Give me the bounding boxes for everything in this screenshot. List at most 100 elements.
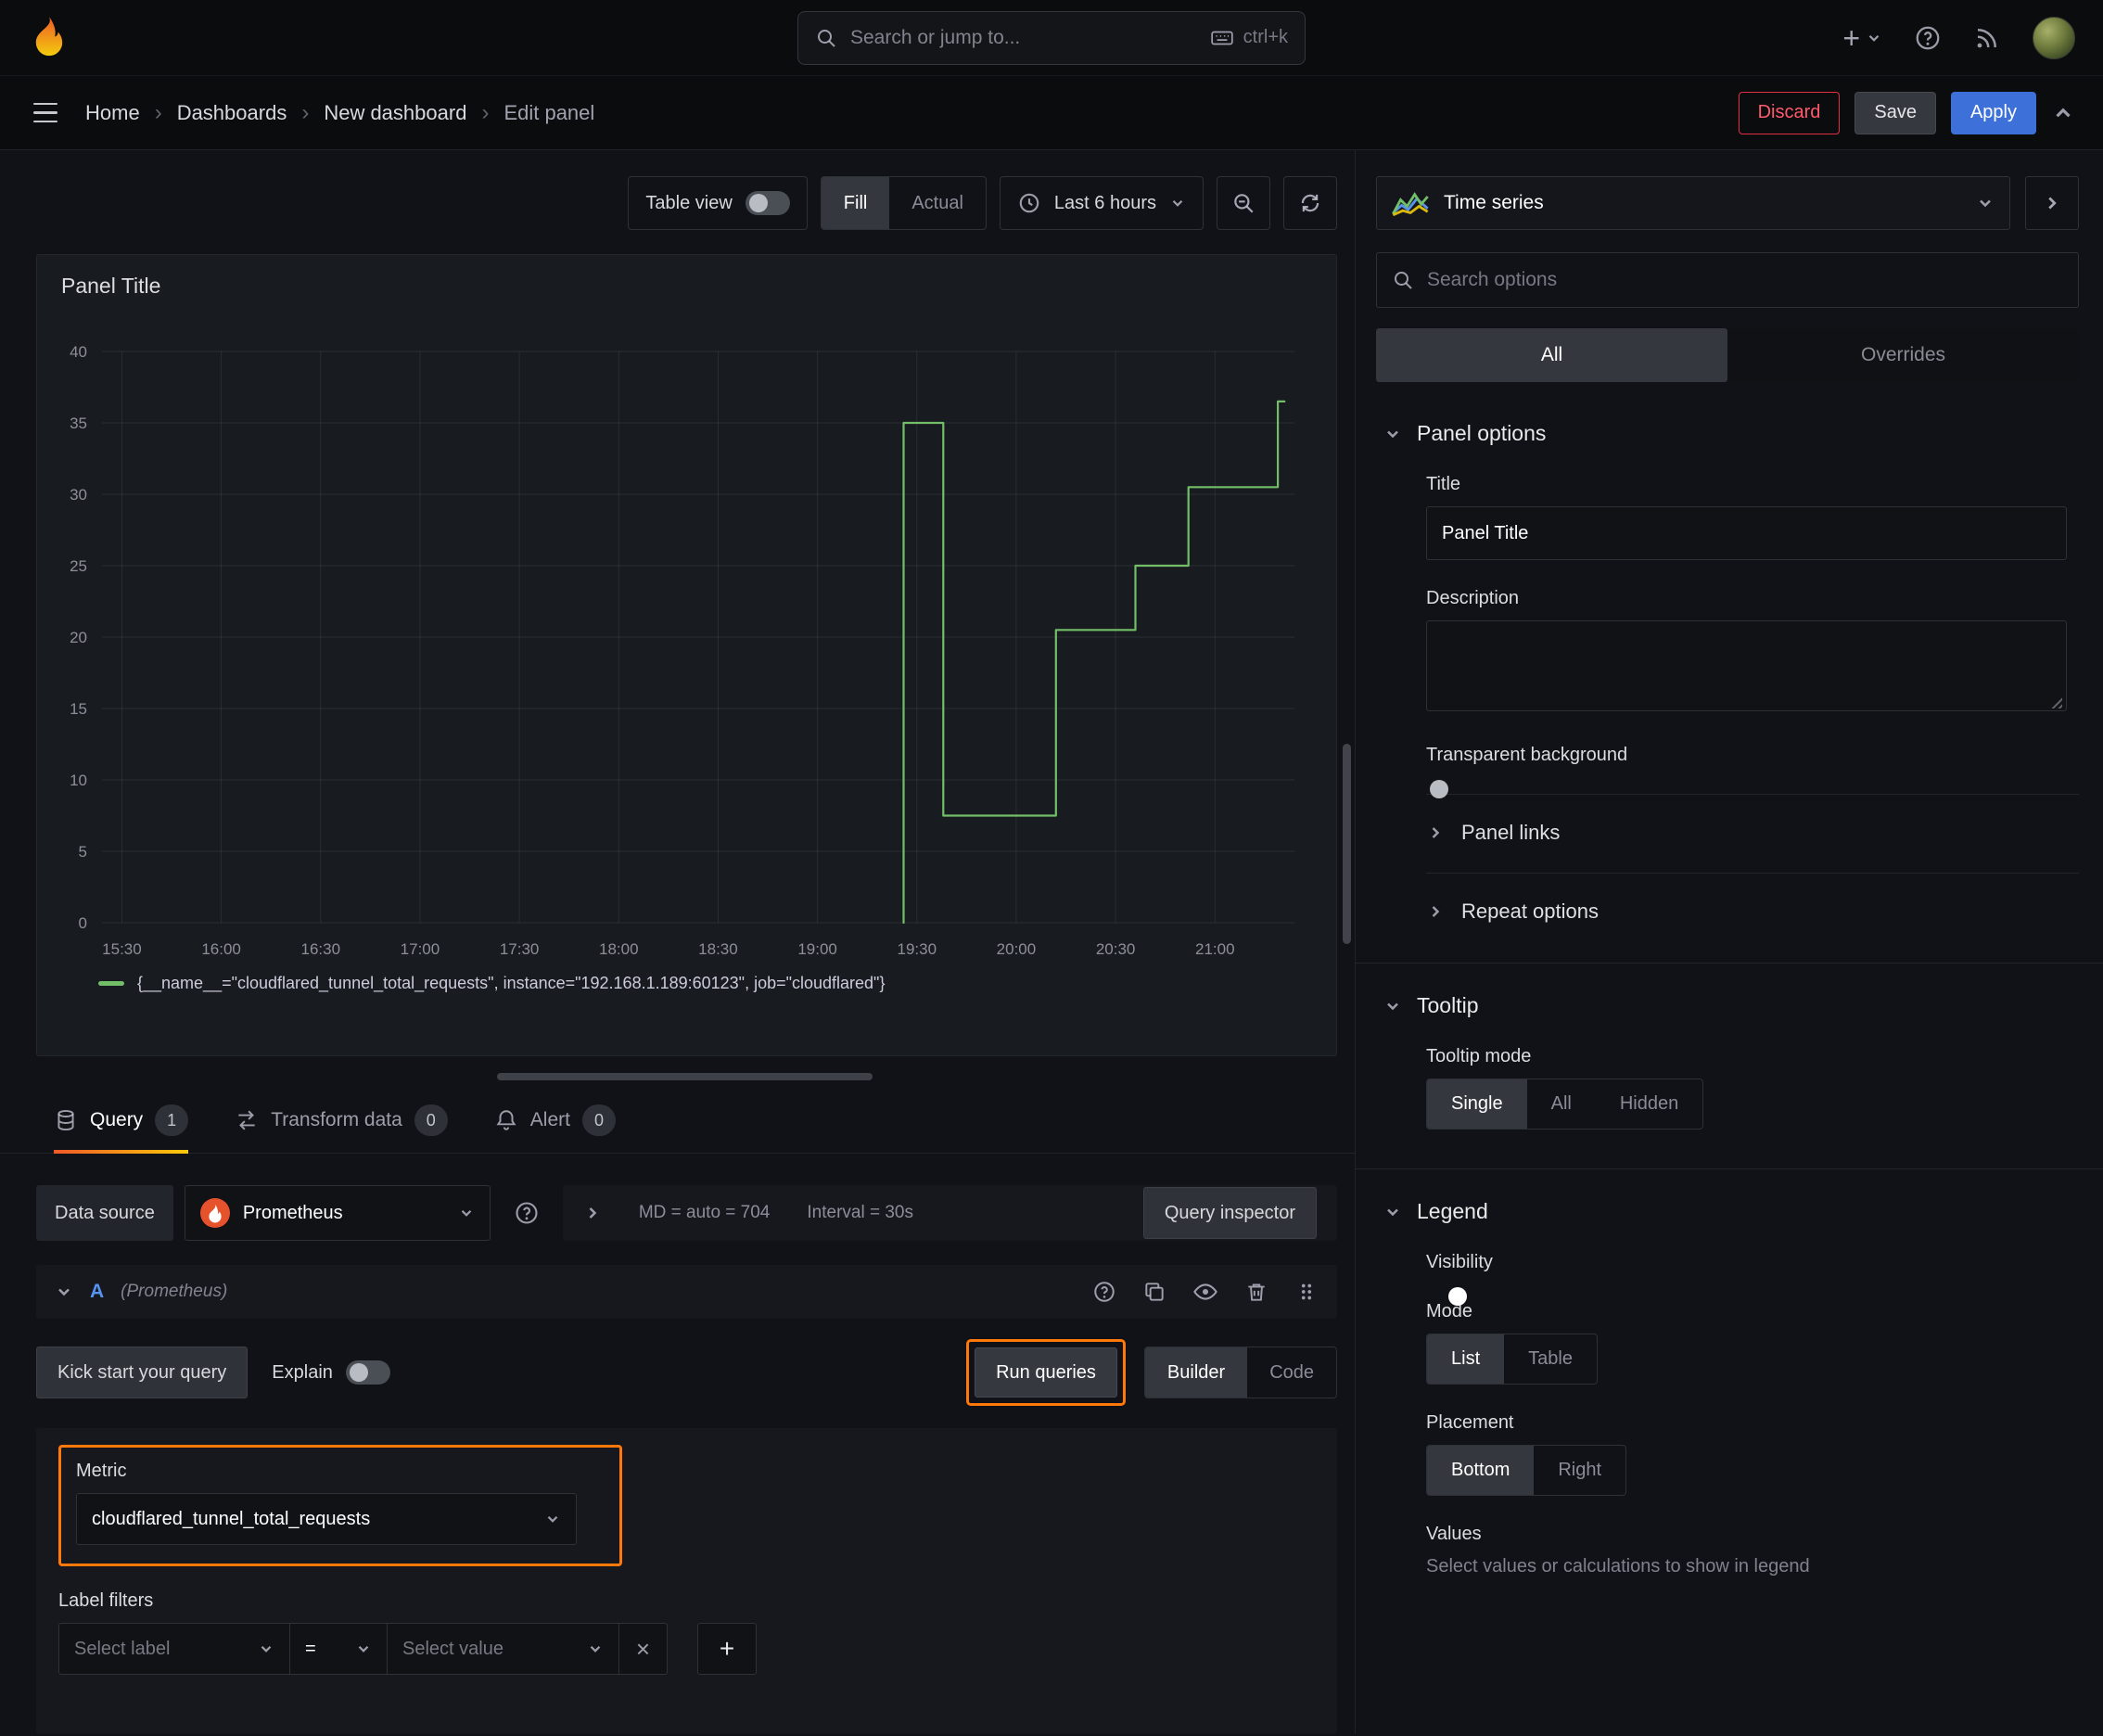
time-series-chart[interactable]: 0 5 10 15 20 25 30 35 40 15:30 16:00 16:30 17:00 17:3… <box>45 312 1315 970</box>
tooltip-mode-single[interactable]: Single <box>1427 1079 1527 1129</box>
chevron-down-icon <box>547 1515 558 1523</box>
query-help-icon[interactable] <box>1092 1280 1116 1304</box>
description-input[interactable] <box>1426 620 2067 711</box>
kick-start-button[interactable]: Kick start your query <box>36 1347 249 1398</box>
legend-placement-right[interactable]: Right <box>1534 1446 1625 1495</box>
options-tab-overrides[interactable]: Overrides <box>1727 328 2079 382</box>
collapse-caret-icon[interactable] <box>55 1283 73 1301</box>
save-button[interactable]: Save <box>1854 91 1936 134</box>
svg-text:10: 10 <box>70 772 87 789</box>
topnav-actions: + <box>1842 16 2075 59</box>
editor-mode-code[interactable]: Code <box>1247 1347 1336 1398</box>
chevron-down-icon <box>1868 34 1880 42</box>
chevron-right-icon[interactable] <box>583 1204 602 1222</box>
chevron-down-icon <box>358 1645 369 1653</box>
legend-mode-table[interactable]: Table <box>1504 1334 1597 1384</box>
collapse-options-button[interactable] <box>2025 176 2079 230</box>
discard-button[interactable]: Discard <box>1738 91 1841 134</box>
close-icon: × <box>635 1634 651 1663</box>
tooltip-title: Tooltip <box>1417 993 1479 1017</box>
repeat-options-section[interactable]: Repeat options <box>1426 873 2079 924</box>
breadcrumb-dashboards[interactable]: Dashboards <box>177 101 287 125</box>
select-value-dropdown[interactable]: Select value <box>388 1623 619 1675</box>
time-range-picker[interactable]: Last 6 hours <box>999 176 1204 230</box>
options-search-input[interactable] <box>1427 269 2063 291</box>
tooltip-header[interactable]: Tooltip <box>1376 993 2079 1018</box>
grafana-logo[interactable] <box>28 15 70 61</box>
datasource-help-button[interactable] <box>502 1185 552 1241</box>
breadcrumb-home[interactable]: Home <box>85 101 140 125</box>
display-mode-fill[interactable]: Fill <box>821 177 890 229</box>
tab-query[interactable]: Query 1 <box>54 1104 189 1154</box>
scrollbar-thumb[interactable] <box>1343 744 1351 944</box>
legend-values-field: Values Select values or calculations to … <box>1426 1524 2079 1577</box>
tab-transform[interactable]: Transform data 0 <box>235 1104 448 1153</box>
duplicate-query-icon[interactable] <box>1142 1280 1166 1304</box>
toggle-visibility-icon[interactable] <box>1192 1279 1218 1305</box>
zoom-out-button[interactable] <box>1217 176 1270 230</box>
drag-grip-icon[interactable] <box>1294 1280 1319 1304</box>
table-view-toggle[interactable] <box>745 191 790 215</box>
legend-swatch <box>98 981 124 986</box>
transparent-background-label: Transparent background <box>1426 745 1628 765</box>
svg-text:18:30: 18:30 <box>698 940 738 958</box>
label-filters-label: Label filters <box>58 1590 154 1611</box>
tab-alert[interactable]: Alert 0 <box>494 1104 616 1153</box>
operator-dropdown[interactable]: = <box>290 1623 388 1675</box>
visualization-picker[interactable]: Time series <box>1376 176 2010 230</box>
explain-toggle[interactable] <box>345 1360 390 1385</box>
table-view-control: Table view <box>628 176 808 230</box>
query-a-header: A (Prometheus) <box>36 1265 1337 1319</box>
panel-options-header[interactable]: Panel options <box>1376 421 2079 446</box>
query-inspector-button[interactable]: Query inspector <box>1142 1187 1317 1239</box>
options-tab-all[interactable]: All <box>1376 328 1727 382</box>
run-queries-highlight: Run queries <box>966 1339 1126 1406</box>
search-input[interactable] <box>850 26 1197 49</box>
legend-mode-list[interactable]: List <box>1427 1334 1505 1384</box>
global-search[interactable]: ctrl+k <box>797 10 1306 65</box>
run-queries-button[interactable]: Run queries <box>975 1347 1117 1398</box>
tooltip-mode-field: Tooltip mode Single All Hidden <box>1426 1046 2079 1130</box>
panel-links-section[interactable]: Panel links <box>1426 794 2079 845</box>
refresh-button[interactable] <box>1283 176 1337 230</box>
help-icon[interactable] <box>1914 24 1942 52</box>
new-menu-button[interactable]: + <box>1842 23 1882 53</box>
datasource-value: Prometheus <box>242 1202 343 1223</box>
tooltip-mode-hidden[interactable]: Hidden <box>1596 1079 1702 1129</box>
breadcrumb-separator: › <box>154 99 162 125</box>
svg-text:25: 25 <box>70 557 87 575</box>
editor-mode-builder[interactable]: Builder <box>1144 1347 1248 1398</box>
menu-toggle-icon[interactable] <box>28 97 63 129</box>
add-filter-button[interactable]: + <box>697 1623 757 1675</box>
pane-resize-handle[interactable] <box>497 1073 873 1080</box>
options-tabs: All Overrides <box>1376 328 2079 382</box>
datasource-picker[interactable]: Prometheus <box>184 1185 491 1241</box>
delete-query-icon[interactable] <box>1244 1280 1268 1304</box>
metric-select[interactable]: cloudflared_tunnel_total_requests <box>76 1493 577 1545</box>
tab-query-label: Query <box>90 1109 144 1130</box>
chevron-right-icon <box>1432 906 1440 917</box>
tooltip-mode-all[interactable]: All <box>1527 1079 1596 1129</box>
breadcrumb: Home › Dashboards › New dashboard › Edit… <box>85 101 594 125</box>
transform-icon <box>238 1110 255 1130</box>
breadcrumb-bar: Home › Dashboards › New dashboard › Edit… <box>0 76 2103 150</box>
panel-title-input[interactable] <box>1426 506 2067 560</box>
breadcrumb-new-dashboard[interactable]: New dashboard <box>324 101 466 125</box>
tooltip-mode-group: Single All Hidden <box>1426 1079 1704 1130</box>
query-ref-id[interactable]: A <box>90 1281 104 1303</box>
apply-button[interactable]: Apply <box>1950 91 2036 134</box>
chevron-up-icon[interactable] <box>2051 101 2075 125</box>
tab-alert-label: Alert <box>529 1109 570 1130</box>
news-rss-icon[interactable] <box>1973 24 2001 52</box>
legend-item[interactable]: {__name__="cloudflared_tunnel_total_requ… <box>45 974 1323 993</box>
svg-text:16:30: 16:30 <box>300 940 340 958</box>
select-label-dropdown[interactable]: Select label <box>58 1623 290 1675</box>
options-search[interactable] <box>1376 252 2079 308</box>
repeat-options-label: Repeat options <box>1461 900 1599 923</box>
legend-header[interactable]: Legend <box>1376 1199 2079 1224</box>
viz-picker-row: Time series <box>1356 150 2103 230</box>
remove-filter-button[interactable]: × <box>619 1623 668 1675</box>
user-avatar[interactable] <box>2033 16 2075 59</box>
display-mode-actual[interactable]: Actual <box>889 177 986 229</box>
legend-placement-bottom[interactable]: Bottom <box>1427 1446 1535 1495</box>
